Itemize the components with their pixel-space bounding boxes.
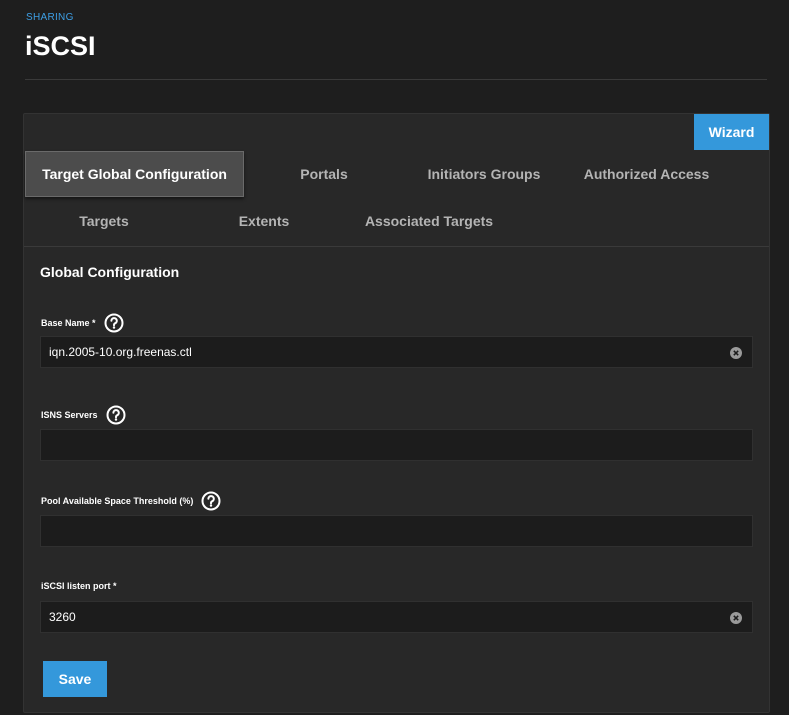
tab-associated-targets[interactable]: Associated Targets — [359, 198, 499, 244]
base-name-label-row: Base Name * — [41, 313, 124, 333]
tabs-divider — [24, 246, 769, 247]
base-name-label: Base Name * — [41, 318, 96, 328]
pool-threshold-label-row: Pool Available Space Threshold (%) — [41, 491, 221, 511]
help-icon[interactable] — [201, 491, 221, 511]
title-divider — [25, 79, 767, 80]
listen-port-label-row: iSCSI listen port * — [41, 581, 117, 591]
help-icon[interactable] — [106, 405, 126, 425]
section-title: Global Configuration — [40, 264, 180, 280]
isns-servers-input[interactable] — [40, 429, 753, 461]
page-title: iSCSI — [25, 31, 96, 61]
isns-servers-label: ISNS Servers — [41, 410, 98, 420]
clear-icon[interactable] — [730, 346, 742, 359]
pool-threshold-input[interactable] — [40, 515, 753, 547]
help-icon[interactable] — [104, 313, 124, 333]
base-name-input[interactable] — [40, 336, 753, 368]
breadcrumb: SHARING — [26, 12, 74, 23]
wizard-button[interactable]: Wizard — [694, 114, 769, 150]
clear-icon[interactable] — [730, 611, 742, 624]
tab-authorized-access[interactable]: Authorized Access — [574, 151, 719, 197]
tab-portals[interactable]: Portals — [259, 151, 389, 197]
tab-extents[interactable]: Extents — [214, 198, 314, 244]
tab-target-global-configuration[interactable]: Target Global Configuration — [25, 151, 244, 197]
iscsi-card: Wizard Target Global Configuration Porta… — [23, 113, 770, 713]
listen-port-input[interactable] — [40, 601, 753, 633]
pool-threshold-label: Pool Available Space Threshold (%) — [41, 496, 194, 506]
isns-servers-label-row: ISNS Servers — [41, 405, 126, 425]
tab-targets[interactable]: Targets — [54, 198, 154, 244]
save-button[interactable]: Save — [43, 661, 107, 697]
tab-initiators-groups[interactable]: Initiators Groups — [414, 151, 554, 197]
listen-port-label: iSCSI listen port * — [41, 581, 117, 591]
